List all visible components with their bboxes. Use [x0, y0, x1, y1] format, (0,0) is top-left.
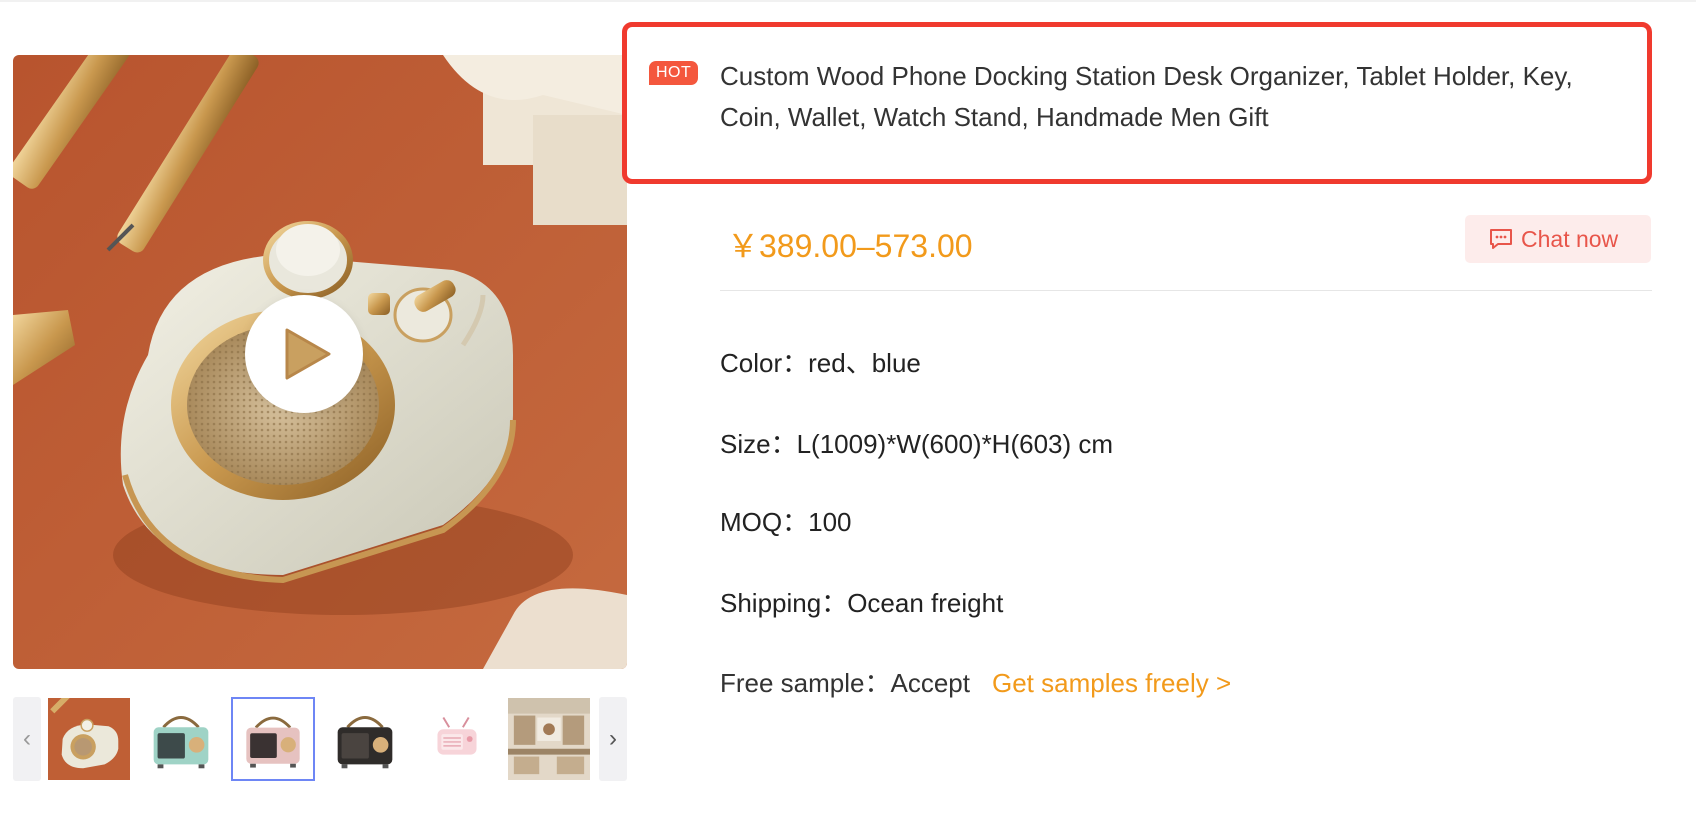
main-product-image[interactable]	[13, 55, 627, 669]
product-title: Custom Wood Phone Docking Station Desk O…	[720, 61, 1573, 132]
size-value: L(1009)*W(600)*H(603) cm	[796, 429, 1114, 459]
pink-radio-thumbnail-icon	[233, 699, 313, 779]
play-icon	[285, 328, 331, 380]
pink-tv-speaker-thumbnail-icon	[416, 698, 498, 780]
top-border	[0, 0, 1696, 2]
thumbnail-prev-arrow[interactable]: ‹	[13, 697, 41, 781]
attribute-free-sample: Free sample：Accept Get samples freely >	[720, 663, 1231, 700]
black-radio-thumbnail-icon	[324, 698, 406, 780]
get-samples-link[interactable]: Get samples freely >	[992, 668, 1231, 698]
chat-now-button[interactable]: Chat now	[1465, 215, 1651, 263]
attribute-moq: MOQ：100	[720, 502, 852, 539]
attribute-shipping: Shipping：Ocean freight	[720, 583, 1003, 620]
thumbnail-2[interactable]	[139, 697, 223, 781]
thumbnail-4[interactable]	[323, 697, 407, 781]
hot-badge: HOT	[649, 61, 699, 85]
shipping-value: Ocean freight	[847, 588, 1004, 618]
mint-radio-thumbnail-icon	[140, 698, 222, 780]
thumbnail-3[interactable]	[231, 697, 315, 781]
moq-value: 100	[808, 507, 852, 537]
chat-icon	[1490, 229, 1512, 249]
color-label: Color：	[720, 348, 809, 378]
shipping-label: Shipping：	[720, 588, 848, 618]
room-scene-thumbnail-icon	[508, 698, 590, 780]
price-range: ￥389.00–573.00	[727, 228, 973, 264]
chat-now-label: Chat now	[1521, 226, 1619, 252]
color-value: red、blue	[808, 348, 921, 378]
thumbnail-5[interactable]	[415, 697, 499, 781]
play-video-button[interactable]	[245, 295, 363, 413]
moq-label: MOQ：	[720, 507, 809, 537]
size-label: Size：	[720, 429, 797, 459]
price-divider	[720, 290, 1652, 291]
attribute-size: Size：L(1009)*W(600)*H(603) cm	[720, 424, 1113, 461]
thumbnail-strip: ‹ ›	[13, 697, 627, 781]
attribute-color: Color：red、blue	[720, 343, 921, 380]
thumbnail-1[interactable]	[47, 697, 131, 781]
free-sample-value: Accept	[890, 668, 971, 698]
camera-speaker-thumbnail-icon	[48, 698, 130, 780]
free-sample-label: Free sample：	[720, 668, 891, 698]
thumbnail-next-arrow[interactable]: ›	[599, 697, 627, 781]
thumbnail-6[interactable]	[507, 697, 591, 781]
